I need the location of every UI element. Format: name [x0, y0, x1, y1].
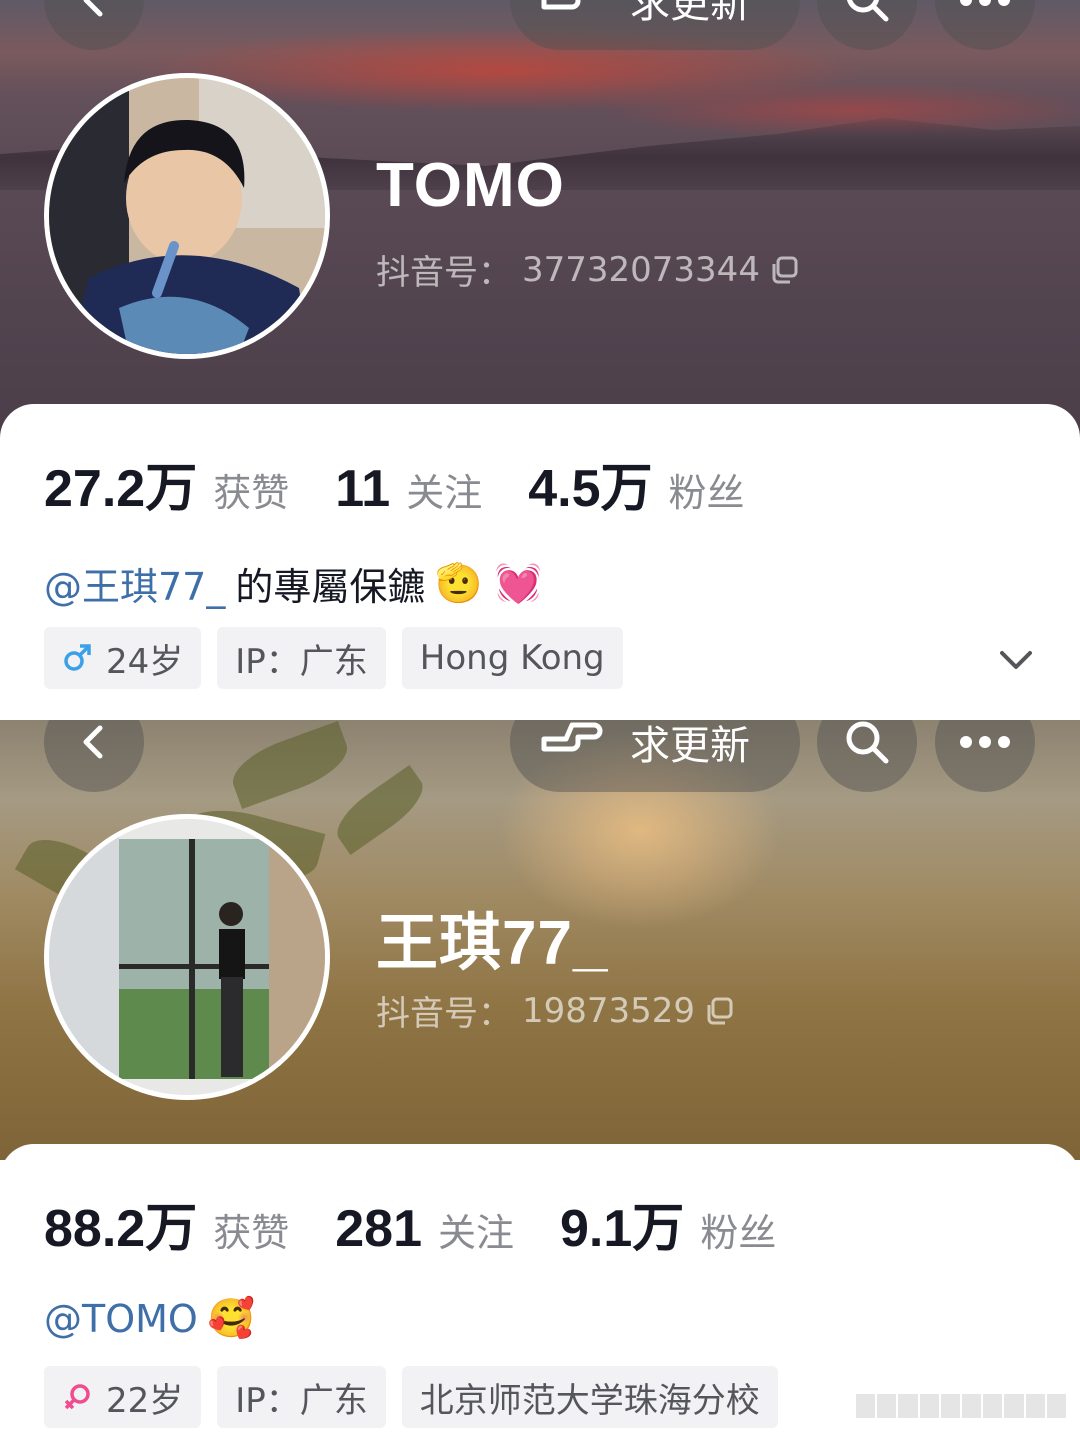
- watermark: [856, 1394, 1067, 1418]
- bio-mention-link[interactable]: @王琪77_: [44, 556, 225, 611]
- male-symbol-icon: [64, 644, 91, 671]
- nickname: 王琪77_: [376, 909, 609, 978]
- stat-following-value: 281: [335, 1200, 422, 1258]
- stat-following[interactable]: 281 关注: [335, 1199, 514, 1259]
- more-dots-icon: [960, 736, 1010, 748]
- tag-gender-age: 22岁: [44, 1366, 202, 1428]
- leaf-decoration: [327, 764, 433, 856]
- tag-ip: IP：广东: [217, 627, 386, 689]
- profile-wangqi: 求更新 王琪77_ 抖音号： 19873529 88.2万 获赞 281 关注 …: [0, 720, 1080, 1440]
- douyin-id-row[interactable]: 抖音号： 37732073344: [376, 245, 800, 294]
- douyin-id-label: 抖音号：: [376, 994, 512, 1034]
- stat-following[interactable]: 11 关注: [335, 459, 482, 519]
- bio-emojis: 🫡 💓: [435, 561, 543, 605]
- avatar[interactable]: [44, 814, 330, 1100]
- stat-likes-label: 获赞: [213, 1211, 290, 1255]
- search-icon: [846, 0, 889, 22]
- stat-likes-label: 获赞: [213, 471, 290, 515]
- tag-school: 北京师范大学珠海分校: [401, 1366, 778, 1428]
- search-icon: [846, 721, 889, 764]
- stat-followers-label: 粉丝: [668, 471, 745, 515]
- stat-following-value: 11: [335, 460, 391, 518]
- chevron-down-icon[interactable]: [998, 641, 1034, 677]
- stat-followers-value: 9.1万: [560, 1200, 685, 1258]
- stat-following-label: 关注: [406, 471, 483, 515]
- douyin-id-label: 抖音号：: [376, 253, 512, 293]
- tag-age: 24岁: [106, 641, 184, 682]
- stat-followers-label: 粉丝: [700, 1211, 777, 1255]
- stat-followers-value: 4.5万: [528, 460, 653, 518]
- copy-icon[interactable]: [705, 996, 735, 1026]
- tag-row: 24岁 IP：广东 Hong Kong: [44, 627, 623, 689]
- profile-info-card: 27.2万 获赞 11 关注 4.5万 粉丝 @王琪77_ 的專屬保鑣 🫡 💓 …: [0, 404, 1080, 720]
- stats-row: 88.2万 获赞 281 关注 9.1万 粉丝: [44, 1186, 822, 1261]
- request-update-label: 求更新: [630, 0, 750, 27]
- back-arrow-icon: [83, 0, 103, 17]
- profile-tomo: 求更新 TOMO 抖音号： 37732073344 27.2万 获赞 11 关注…: [0, 0, 1080, 720]
- stat-likes-value: 88.2万: [44, 1200, 198, 1258]
- stat-followers[interactable]: 9.1万 粉丝: [560, 1186, 776, 1261]
- back-arrow-icon: [83, 725, 103, 759]
- avatar-photo-window: [49, 819, 325, 1095]
- douyin-id-value: 19873529: [522, 990, 696, 1031]
- bio-text: 的專屬保鑣: [235, 565, 426, 609]
- bio-emojis: 🥰: [207, 1296, 256, 1340]
- more-dots-icon: [960, 0, 1010, 6]
- pointing-hand-icon: [541, 722, 603, 752]
- request-update-button[interactable]: 求更新: [510, 0, 800, 50]
- leaf-decoration: [225, 720, 355, 810]
- bio-mention-link[interactable]: @TOMO: [44, 1297, 198, 1341]
- tag-row: 22岁 IP：广东 北京师范大学珠海分校: [44, 1366, 778, 1428]
- request-update-label: 求更新: [630, 723, 750, 769]
- bio: @王琪77_ 的專屬保鑣 🫡 💓: [44, 556, 542, 611]
- douyin-id-row[interactable]: 抖音号： 19873529: [376, 986, 735, 1035]
- tag-ip: IP：广东: [217, 1366, 386, 1428]
- stat-likes[interactable]: 88.2万 获赞: [44, 1186, 289, 1261]
- stat-likes[interactable]: 27.2万 获赞: [44, 446, 289, 521]
- nickname: TOMO: [376, 151, 565, 220]
- tag-gender-age: 24岁: [44, 627, 202, 689]
- stat-likes-value: 27.2万: [44, 460, 198, 518]
- stat-followers[interactable]: 4.5万 粉丝: [528, 446, 744, 521]
- copy-icon[interactable]: [770, 255, 800, 285]
- pointing-hand-icon: [541, 0, 581, 10]
- avatar-photo-child: [49, 78, 325, 354]
- stats-row: 27.2万 获赞 11 关注 4.5万 粉丝: [44, 446, 791, 521]
- tag-age: 22岁: [106, 1380, 184, 1421]
- douyin-id-value: 37732073344: [522, 249, 760, 290]
- request-update-button[interactable]: 求更新: [510, 720, 800, 792]
- bio: @TOMO 🥰: [44, 1296, 255, 1341]
- female-symbol-icon: [64, 1384, 90, 1410]
- avatar[interactable]: [44, 73, 330, 359]
- stat-following-label: 关注: [438, 1211, 515, 1255]
- tag-location: Hong Kong: [401, 627, 623, 689]
